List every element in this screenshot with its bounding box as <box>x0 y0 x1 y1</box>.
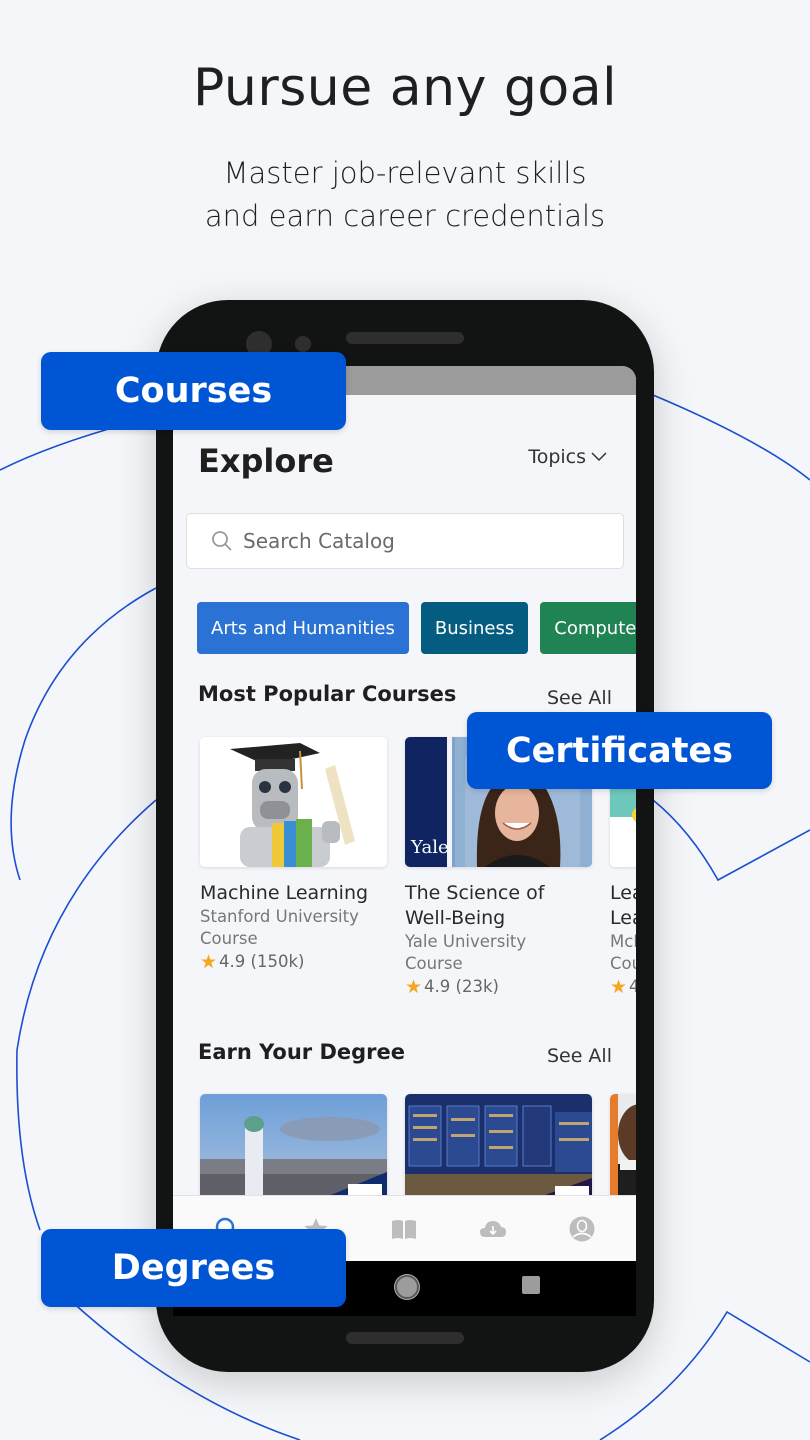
yale-logo-text: Yale <box>410 837 449 858</box>
profile-icon <box>569 1216 595 1241</box>
sensor <box>295 336 311 352</box>
search-input[interactable] <box>243 529 603 553</box>
popular-section-title: Most Popular Courses <box>198 682 457 706</box>
courses-badge: Courses <box>41 352 346 430</box>
course-type: Course <box>200 929 258 948</box>
topics-dropdown[interactable]: Topics <box>528 446 608 468</box>
course-rating-value: 4.9 (23k) <box>424 977 499 996</box>
home-button[interactable] <box>395 1275 419 1299</box>
course-rating: ★ 4 <box>610 975 636 999</box>
certificates-badge: Certificates <box>467 712 772 789</box>
promo-subline-line-2: and earn career credentials <box>204 199 606 233</box>
search-bar[interactable] <box>186 513 624 569</box>
degree-section-title: Earn Your Degree <box>198 1040 406 1064</box>
course-provider: Stanford University <box>200 907 359 926</box>
course-type: Course <box>405 954 463 973</box>
page-title: Explore <box>198 442 334 480</box>
download-cloud-icon <box>480 1220 507 1237</box>
course-rating: ★ 4.9 (23k) <box>405 975 592 999</box>
degrees-badge: Degrees <box>41 1229 346 1307</box>
course-provider: McM <box>610 932 636 951</box>
phone-screen: Explore Topics Arts and Humanities Busin… <box>173 366 636 1316</box>
star-icon: ★ <box>405 976 423 998</box>
chip-computer-science[interactable]: Computer <box>540 602 636 654</box>
bottom-speaker <box>346 1332 464 1344</box>
book-icon <box>392 1219 417 1239</box>
topics-label: Topics <box>528 446 586 468</box>
course-title: The Science of Well-Being <box>405 881 592 931</box>
star-icon: ★ <box>200 951 218 973</box>
nav-profile[interactable] <box>562 1209 602 1249</box>
chevron-down-icon <box>591 452 607 462</box>
topic-chips: Arts and Humanities Business Computer <box>197 602 636 654</box>
degree-see-all-link[interactable]: See All <box>547 1045 612 1067</box>
course-title-line: Well-Being <box>405 907 506 929</box>
nav-downloads[interactable] <box>473 1209 513 1249</box>
course-card[interactable]: Machine Learning Stanford University Cou… <box>200 737 387 999</box>
course-title: Lea Lea <box>610 881 636 931</box>
course-thumbnail-robot <box>200 737 387 867</box>
course-title-line: Machine Learning <box>200 882 369 904</box>
course-title: Machine Learning <box>200 881 387 906</box>
course-provider: Yale University <box>405 932 527 951</box>
nav-learning[interactable] <box>384 1209 424 1249</box>
course-rating-value: 4.9 (150k) <box>219 952 305 971</box>
course-type: Cou <box>610 954 636 973</box>
course-rating-value: 4 <box>629 977 636 996</box>
course-title-line: Lea <box>610 882 636 904</box>
star-icon: ★ <box>610 976 628 998</box>
promo-subline-line-1: Master job-relevant skills <box>223 156 587 190</box>
course-rating: ★ 4.9 (150k) <box>200 950 387 974</box>
chip-business[interactable]: Business <box>420 602 529 654</box>
course-title-line: Lea <box>610 907 636 929</box>
search-icon <box>212 531 232 551</box>
promo-subline: Master job-relevant skills and earn care… <box>0 152 810 238</box>
recent-apps-button[interactable] <box>522 1276 540 1294</box>
earpiece-speaker <box>346 332 464 344</box>
promo-headline: Pursue any goal <box>192 58 618 118</box>
course-title-line: The Science of <box>405 882 545 904</box>
popular-see-all-link[interactable]: See All <box>547 687 612 709</box>
chip-arts-and-humanities[interactable]: Arts and Humanities <box>197 602 409 654</box>
